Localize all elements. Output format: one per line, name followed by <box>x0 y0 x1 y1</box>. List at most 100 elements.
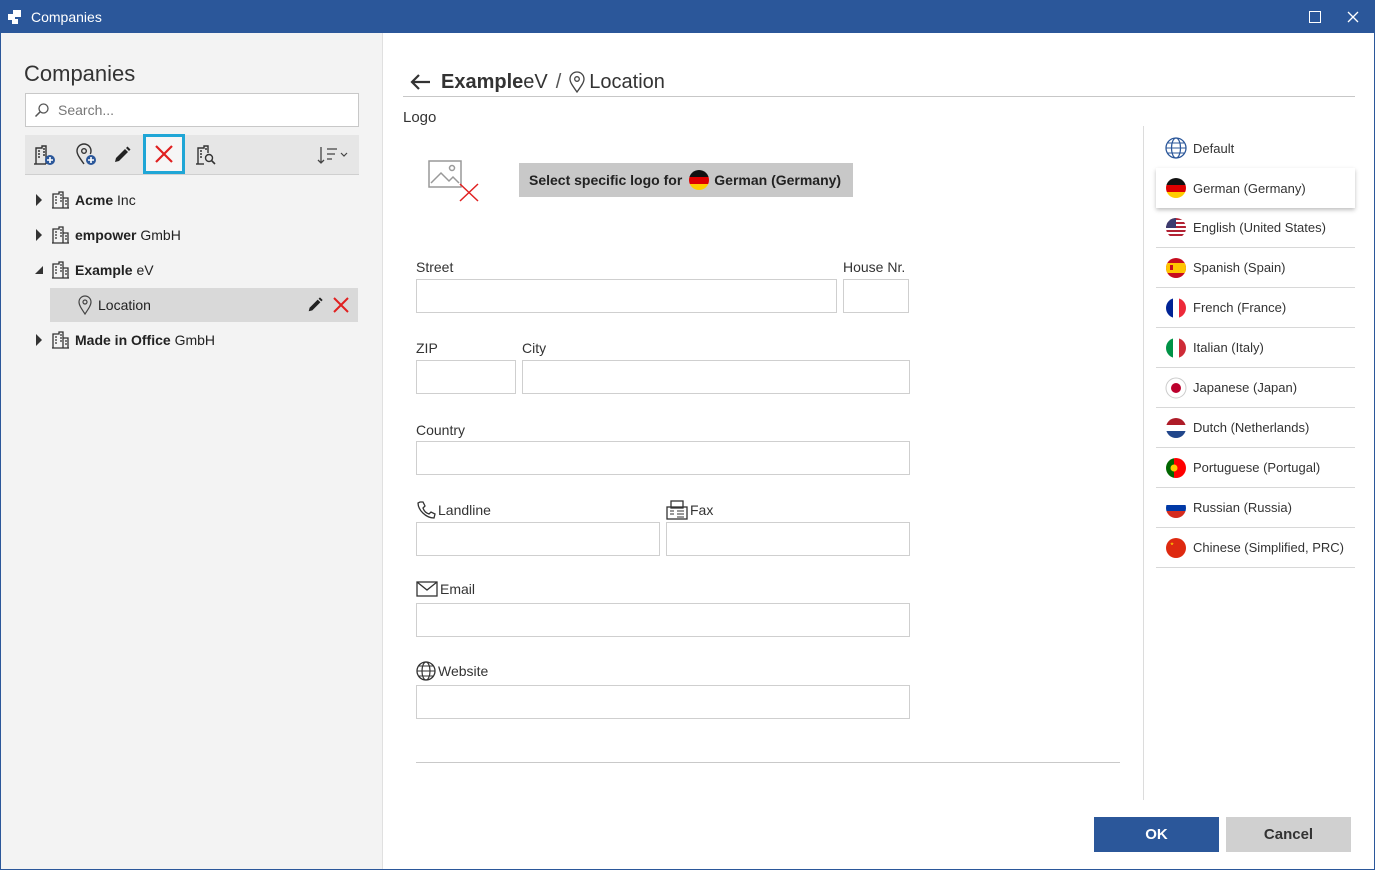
fax-icon <box>666 500 688 520</box>
email-input[interactable] <box>416 603 910 637</box>
expand-arrow-icon[interactable] <box>31 229 47 241</box>
logo-label: Logo <box>403 109 437 126</box>
add-location-icon <box>76 143 96 165</box>
street-input[interactable] <box>416 279 837 313</box>
collapse-arrow-icon[interactable] <box>31 265 47 275</box>
back-arrow-icon[interactable] <box>409 73 431 91</box>
companies-panel: Companies Search... Acme Inc empower Gmb… <box>1 33 383 869</box>
street-label: Street <box>416 259 454 275</box>
german-flag-icon <box>688 169 710 191</box>
select-logo-button[interactable]: Select specific logo for German (Germany… <box>519 163 853 197</box>
city-input[interactable] <box>522 360 910 394</box>
ok-button[interactable]: OK <box>1094 817 1219 852</box>
russia-flag-icon <box>1165 497 1187 519</box>
select-logo-text: Select specific logo for <box>529 172 683 188</box>
language-label: Default <box>1193 140 1235 156</box>
language-item-russian[interactable]: Russian (Russia) <box>1156 488 1355 528</box>
language-label: Dutch (Netherlands) <box>1193 420 1310 435</box>
language-item-french[interactable]: French (France) <box>1156 288 1355 328</box>
building-icon <box>51 260 71 280</box>
breadcrumb-company-suffix: eV <box>523 70 548 93</box>
add-company-icon <box>34 145 55 165</box>
breadcrumb: Example eV / Location <box>409 67 665 97</box>
landline-input[interactable] <box>416 522 660 556</box>
expand-arrow-icon[interactable] <box>31 334 47 346</box>
edit-button[interactable] <box>106 139 138 171</box>
search-input[interactable] <box>56 98 352 122</box>
language-label: French (France) <box>1193 300 1287 315</box>
company-suffix: GmbH <box>174 332 216 348</box>
language-item-italian[interactable]: Italian (Italy) <box>1156 328 1355 368</box>
add-company-button[interactable] <box>28 139 60 171</box>
language-label: Chinese (Simplified, PRC) <box>1193 540 1344 555</box>
website-text: Website <box>438 663 489 679</box>
title-bar: Companies <box>1 1 1374 33</box>
breadcrumb-divider <box>403 96 1355 97</box>
company-name: Example <box>75 262 133 278</box>
zip-input[interactable] <box>416 360 516 394</box>
tree-item-made-in-office[interactable]: Made in Office GmbH <box>25 323 359 357</box>
company-suffix: Inc <box>117 192 136 208</box>
sort-icon <box>317 147 348 164</box>
japan-flag-icon <box>1165 377 1187 399</box>
close-icon <box>1347 11 1359 23</box>
search-company-button[interactable] <box>190 139 222 171</box>
spain-flag-icon <box>1165 257 1187 279</box>
sort-button[interactable] <box>313 139 353 171</box>
us-flag-icon <box>1165 217 1187 239</box>
panel-title: Companies <box>24 61 136 86</box>
no-image-icon[interactable] <box>427 159 481 206</box>
language-label: English (United States) <box>1193 220 1326 235</box>
language-item-dutch[interactable]: Dutch (Netherlands) <box>1156 408 1355 448</box>
language-divider <box>1143 126 1144 800</box>
country-input[interactable] <box>416 441 910 475</box>
country-label: Country <box>416 422 466 438</box>
company-name: Acme <box>75 192 114 208</box>
maximize-button[interactable] <box>1297 1 1333 33</box>
language-item-default[interactable]: Default <box>1156 128 1355 168</box>
fax-input[interactable] <box>666 522 910 556</box>
language-item-portuguese[interactable]: Portuguese (Portugal) <box>1156 448 1355 488</box>
add-location-button[interactable] <box>70 139 102 171</box>
portugal-flag-icon <box>1165 457 1187 479</box>
search-box[interactable] <box>25 93 359 127</box>
tree-item-empower[interactable]: empower GmbH <box>25 218 359 252</box>
delete-button[interactable] <box>143 134 185 174</box>
email-text: Email <box>440 581 476 597</box>
globe-icon <box>1165 137 1187 159</box>
breadcrumb-page: Location <box>589 70 665 93</box>
tree-item-example[interactable]: Example eV <box>25 253 359 287</box>
language-label: Russian (Russia) <box>1193 500 1292 515</box>
edit-pencil-icon[interactable] <box>306 296 324 314</box>
delete-x-icon[interactable] <box>332 296 350 314</box>
mail-icon <box>416 581 438 597</box>
expand-arrow-icon[interactable] <box>31 194 47 206</box>
language-label: Spanish (Spain) <box>1193 260 1286 275</box>
language-item-german[interactable]: German (Germany) <box>1156 168 1355 208</box>
building-icon <box>51 225 71 245</box>
tree-item-acme[interactable]: Acme Inc <box>25 183 359 217</box>
maximize-icon <box>1309 11 1321 23</box>
language-item-japanese[interactable]: Japanese (Japan) <box>1156 368 1355 408</box>
language-label: German (Germany) <box>1193 180 1306 196</box>
company-name: Made in Office <box>75 332 171 348</box>
website-input[interactable] <box>416 685 910 719</box>
tree-item-location[interactable]: Location <box>50 288 358 322</box>
language-label: Italian (Italy) <box>1193 340 1264 355</box>
german-flag-icon <box>1165 177 1187 199</box>
company-suffix: GmbH <box>140 227 181 243</box>
edit-pencil-icon <box>115 146 131 162</box>
language-item-spanish[interactable]: Spanish (Spain) <box>1156 248 1355 288</box>
building-icon <box>51 190 71 210</box>
language-list: Default German (Germany) English (United… <box>1156 128 1355 568</box>
select-logo-language: German (Germany) <box>714 172 842 188</box>
companies-window: Companies Companies Search... Acme Inc e… <box>0 0 1375 870</box>
delete-x-icon <box>155 145 173 163</box>
close-button[interactable] <box>1335 1 1371 33</box>
location-pin-icon <box>78 295 92 315</box>
house-nr-input[interactable] <box>843 279 909 313</box>
cancel-button[interactable]: Cancel <box>1226 817 1351 852</box>
italy-flag-icon <box>1165 337 1187 359</box>
language-item-english[interactable]: English (United States) <box>1156 208 1355 248</box>
language-item-chinese[interactable]: Chinese (Simplified, PRC) <box>1156 528 1355 568</box>
